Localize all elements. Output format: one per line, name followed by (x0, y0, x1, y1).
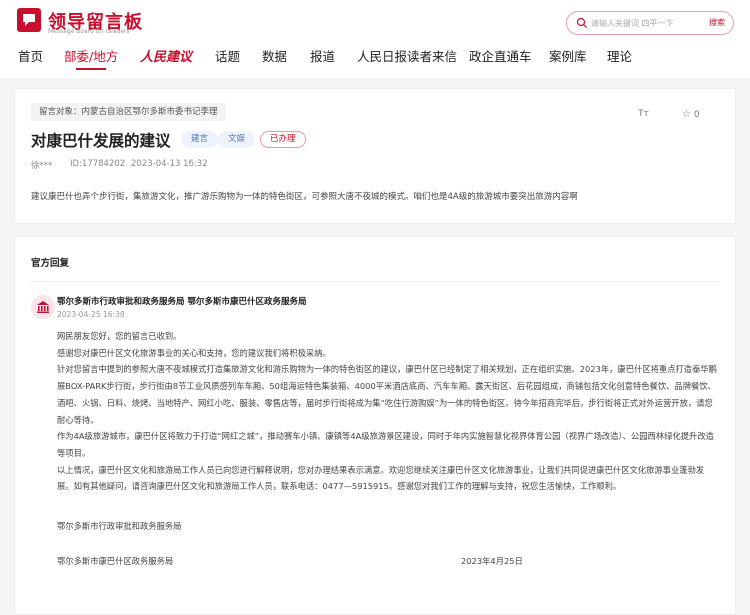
search-button[interactable]: 搜索 (709, 17, 725, 28)
font-size-tool[interactable]: Tт (638, 109, 649, 119)
nav-home[interactable]: 首页 (18, 46, 43, 65)
reply-paragraph: 以上情况，康巴什区文化和旅游局工作人员已向您进行解释说明，您对办理结果表示满意。… (57, 464, 705, 492)
message-time: 2023-04-13 16:32 (131, 159, 208, 169)
reply-paragraph: 针对您留言中提到的参照大唐不夜城模式打造集旅游文化和游乐购物为一体的特色街区的建… (57, 364, 717, 425)
reply-signature-date: 2023年4月25日 (461, 556, 523, 566)
message-id: ID:17784202 (70, 159, 126, 169)
message-content: 建议康巴什也弄个步行街，集旅游文化，推广游乐购物为一体的特色街区，可参照大唐不夜… (31, 192, 578, 202)
nav-theory[interactable]: 理论 (607, 46, 632, 65)
nav-enterprise-express[interactable]: 政企直通车 (469, 46, 532, 65)
main-nav: 首页 部委/地方 人民建议 话题 数据 报道 人民日报读者来信 政企直通车 案例… (0, 42, 750, 78)
status-badge: 已办理 (260, 131, 306, 148)
reply-heading: 官方回复 (31, 258, 70, 269)
tag-suggestion[interactable]: 建言 (181, 131, 219, 148)
nav-reader-letters[interactable]: 人民日报读者来信 (357, 46, 457, 65)
like-count: 0 (693, 110, 700, 120)
message-title: 对康巴什发展的建议 (31, 132, 171, 150)
nav-case-library[interactable]: 案例库 (549, 46, 587, 65)
government-building-icon (31, 295, 55, 319)
top-header: 领导留言板 Message Board for Leaders 搜索 首页 部委… (0, 0, 750, 78)
people-suggestions-label: 人民建议 (140, 50, 193, 65)
nav-ministries-local[interactable]: 部委/地方 (64, 46, 118, 70)
divider (31, 281, 719, 282)
reply-paragraph: 作为4A级旅游城市，康巴什区将致力于打造“网红之城”，推动赛车小镇、康镇等4A级… (57, 431, 714, 458)
reply-signature-org1: 鄂尔多斯市行政审批和政务服务局 (57, 521, 182, 531)
nav-reports[interactable]: 报道 (310, 46, 335, 65)
search-box: 搜索 (566, 11, 734, 35)
nav-data[interactable]: 数据 (262, 46, 287, 65)
reply-organization: 鄂尔多斯市行政审批和政务服务局 鄂尔多斯市康巴什区政务服务局 (57, 297, 307, 307)
site-logo[interactable]: 领导留言板 Message Board for Leaders (16, 7, 176, 37)
message-card: 留言对象：内蒙古自治区鄂尔多斯市委书记李理 Tт ☆ 0 对康巴什发展的建议 建… (14, 88, 736, 224)
search-icon (576, 17, 587, 28)
reply-paragraph: 网民朋友您好，您的留言已收到。 (57, 331, 182, 341)
star-icon: ☆ (682, 109, 691, 120)
like-button[interactable]: ☆ 0 (682, 109, 700, 120)
nav-people-suggestions[interactable]: 人民建议 (140, 46, 192, 65)
logo-mark-icon (17, 8, 41, 32)
reply-signature-org2: 鄂尔多斯市康巴什区政务服务局 (57, 556, 174, 566)
message-author: 徐*** (31, 161, 53, 171)
nav-topics[interactable]: 话题 (215, 46, 240, 65)
search-input[interactable] (591, 15, 691, 31)
logo-subtitle: Message Board for Leaders (48, 28, 130, 35)
message-target: 留言对象：内蒙古自治区鄂尔多斯市委书记李理 (31, 103, 226, 121)
reply-body: 网民朋友您好，您的留言已收到。 感谢您对康巴什区文化旅游事业的关心和支持，您的建… (57, 328, 719, 495)
reply-paragraph: 感谢您对康巴什区文化旅游事业的关心和支持，您的建议我们将积极采纳。 (57, 347, 331, 358)
tag-culture[interactable]: 文娱 (218, 131, 256, 148)
reply-time: 2023-04-25 16:38 (57, 310, 125, 319)
official-reply-card: 官方回复 鄂尔多斯市行政审批和政务服务局 鄂尔多斯市康巴什区政务服务局 2023… (14, 236, 736, 615)
